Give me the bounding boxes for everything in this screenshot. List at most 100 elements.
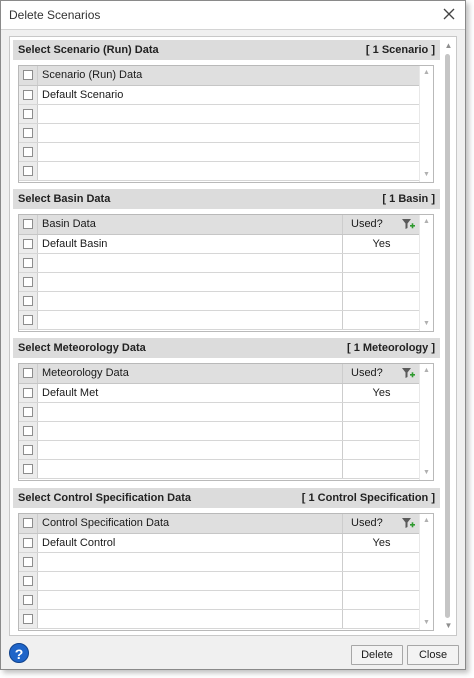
table-row[interactable]	[19, 143, 420, 162]
row-checkbox[interactable]	[23, 109, 33, 119]
table-row[interactable]	[19, 441, 420, 460]
dialog-footer: ? Delete Close	[1, 639, 465, 669]
row-select-cell	[19, 460, 38, 478]
row-select-cell	[19, 572, 38, 590]
grid-scrollbar[interactable]: ▲ ▼	[419, 364, 433, 480]
control-specification-grid: Control Specification Data Used? Default…	[18, 513, 434, 631]
scenario-data-panel: ▲ ▼ Select Scenario (Run) Data [ 1 Scena…	[9, 36, 457, 636]
row-checkbox[interactable]	[23, 315, 33, 325]
used-header-label: Used?	[351, 517, 383, 529]
table-row[interactable]: Default Scenario	[19, 86, 420, 105]
row-checkbox[interactable]	[23, 166, 33, 176]
scroll-up-arrow-icon[interactable]: ▲	[422, 517, 431, 525]
row-checkbox[interactable]	[23, 128, 33, 138]
table-row[interactable]	[19, 273, 420, 292]
row-checkbox[interactable]	[23, 277, 33, 287]
table-row[interactable]	[19, 610, 420, 629]
row-select-cell	[19, 86, 38, 104]
table-row[interactable]	[19, 460, 420, 479]
close-button[interactable]: Close	[407, 645, 459, 665]
table-row[interactable]	[19, 124, 420, 143]
scroll-up-arrow-icon[interactable]: ▲	[422, 218, 431, 226]
row-checkbox[interactable]	[23, 388, 33, 398]
help-icon[interactable]: ?	[9, 643, 29, 663]
select-all-cell	[19, 514, 38, 533]
grid-scrollbar[interactable]: ▲ ▼	[419, 514, 433, 630]
section-title: Select Scenario (Run) Data	[18, 44, 159, 56]
row-checkbox[interactable]	[23, 614, 33, 624]
row-name: Default Control	[42, 537, 116, 549]
scenario-grid: Scenario (Run) Data Default Scenario ▲ ▼	[18, 65, 434, 183]
row-checkbox[interactable]	[23, 258, 33, 268]
table-row[interactable]	[19, 591, 420, 610]
grid-scrollbar[interactable]: ▲ ▼	[419, 215, 433, 331]
filter-add-icon[interactable]	[401, 218, 415, 231]
filter-add-icon[interactable]	[401, 517, 415, 530]
row-checkbox[interactable]	[23, 90, 33, 100]
row-select-cell	[19, 553, 38, 571]
section-title: Select Meteorology Data	[18, 342, 146, 354]
grid-header-row: Control Specification Data Used?	[19, 514, 420, 534]
scroll-down-arrow-icon[interactable]: ▼	[422, 469, 431, 477]
row-checkbox[interactable]	[23, 557, 33, 567]
section-count: [ 1 Control Specification ]	[301, 492, 435, 504]
grid-scrollbar[interactable]: ▲ ▼	[419, 66, 433, 182]
select-all-checkbox[interactable]	[23, 219, 33, 229]
row-checkbox[interactable]	[23, 426, 33, 436]
row-select-cell	[19, 403, 38, 421]
table-row[interactable]	[19, 403, 420, 422]
row-checkbox[interactable]	[23, 464, 33, 474]
used-cell	[342, 441, 420, 459]
scroll-down-arrow-icon[interactable]: ▼	[422, 171, 431, 179]
row-checkbox[interactable]	[23, 595, 33, 605]
table-row[interactable]	[19, 162, 420, 181]
select-all-checkbox[interactable]	[23, 368, 33, 378]
table-row[interactable]	[19, 254, 420, 273]
meteorology-grid: Meteorology Data Used? Default Met Yes ▲…	[18, 363, 434, 481]
scroll-down-arrow-icon[interactable]: ▼	[444, 622, 453, 630]
row-select-cell	[19, 105, 38, 123]
section-title: Select Control Specification Data	[18, 492, 191, 504]
grid-header-row: Scenario (Run) Data	[19, 66, 420, 86]
select-all-checkbox[interactable]	[23, 70, 33, 80]
close-icon[interactable]	[441, 6, 457, 22]
column-header-name: Control Specification Data	[42, 517, 170, 529]
table-row[interactable]: Default Basin Yes	[19, 235, 420, 254]
row-checkbox[interactable]	[23, 407, 33, 417]
row-checkbox[interactable]	[23, 538, 33, 548]
used-header-cell: Used?	[342, 215, 420, 234]
scroll-down-arrow-icon[interactable]: ▼	[422, 320, 431, 328]
table-row[interactable]	[19, 553, 420, 572]
scroll-up-arrow-icon[interactable]: ▲	[444, 42, 453, 50]
row-checkbox[interactable]	[23, 239, 33, 249]
table-row[interactable]	[19, 105, 420, 124]
basin-grid: Basin Data Used? Default Basin Yes ▲ ▼	[18, 214, 434, 332]
scroll-up-arrow-icon[interactable]: ▲	[422, 69, 431, 77]
delete-scenarios-dialog: Delete Scenarios ▲ ▼ Select Scenario (Ru…	[0, 0, 466, 670]
used-cell	[342, 610, 420, 628]
scroll-thumb[interactable]	[445, 54, 450, 618]
row-checkbox[interactable]	[23, 576, 33, 586]
used-cell: Yes	[342, 534, 420, 552]
row-checkbox[interactable]	[23, 445, 33, 455]
row-checkbox[interactable]	[23, 147, 33, 157]
table-row[interactable]	[19, 572, 420, 591]
table-row[interactable]: Default Met Yes	[19, 384, 420, 403]
row-checkbox[interactable]	[23, 296, 33, 306]
column-header-name: Scenario (Run) Data	[42, 69, 143, 81]
table-row[interactable]	[19, 292, 420, 311]
used-cell	[342, 403, 420, 421]
table-row[interactable]	[19, 311, 420, 330]
window-title: Delete Scenarios	[9, 8, 101, 22]
scroll-up-arrow-icon[interactable]: ▲	[422, 367, 431, 375]
select-all-checkbox[interactable]	[23, 518, 33, 528]
title-bar: Delete Scenarios	[1, 1, 465, 30]
filter-add-icon[interactable]	[401, 367, 415, 380]
column-header-name: Meteorology Data	[42, 367, 129, 379]
row-select-cell	[19, 292, 38, 310]
scroll-down-arrow-icon[interactable]: ▼	[422, 619, 431, 627]
table-row[interactable]	[19, 422, 420, 441]
panel-scrollbar[interactable]: ▲ ▼	[442, 38, 455, 634]
delete-button[interactable]: Delete	[351, 645, 403, 665]
table-row[interactable]: Default Control Yes	[19, 534, 420, 553]
